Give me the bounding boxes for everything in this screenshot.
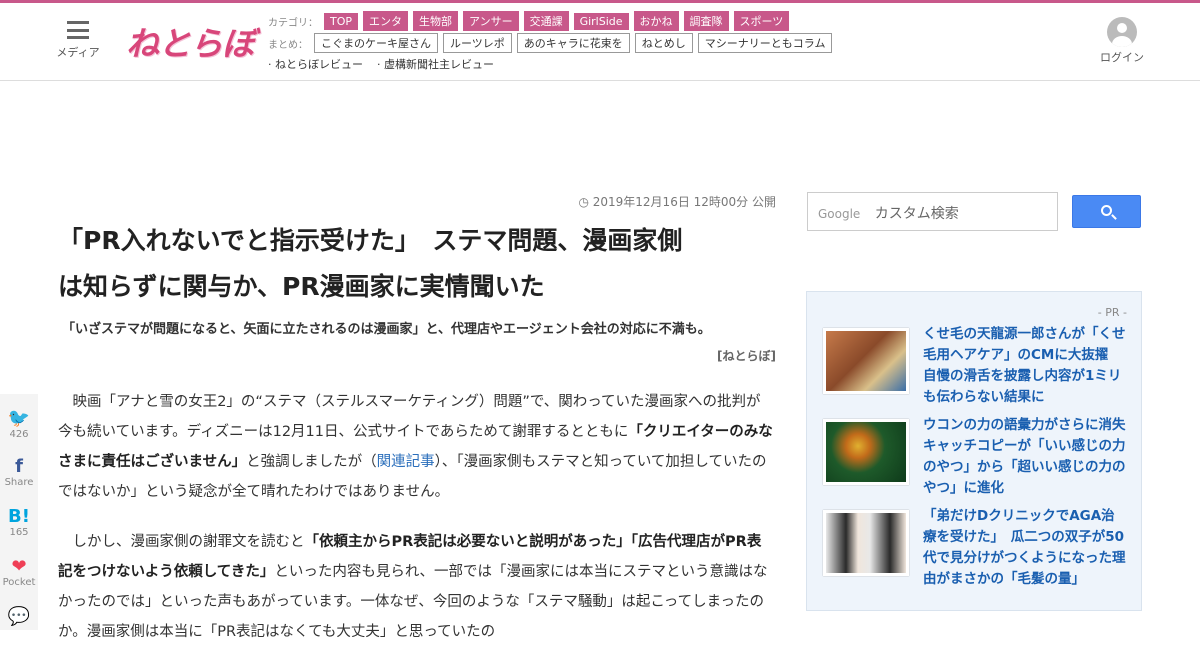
summary-link[interactable]: マシーナリーともコラム (697, 33, 833, 53)
category-nav-label: カテゴリ： (268, 17, 318, 29)
pr-box: - PR - くせ毛の天龍源一郎さんが「くせ毛用ヘアケア」のCMに大抜擢 自慢の… (806, 291, 1142, 611)
pr-label: - PR - (1097, 306, 1127, 319)
pr-link[interactable]: 「弟だけDクリニックでAGA治療を受けた」 瓜二つの双子が50代で見分けがつくよ… (923, 506, 1127, 590)
category-link-chousatai[interactable]: 調査隊 (683, 11, 729, 31)
review-link[interactable]: · ねとらぼレビュー (268, 56, 363, 72)
summary-nav-label: まとめ： (268, 39, 308, 51)
hatena-icon: B! (8, 506, 30, 527)
article-body: 映画「アナと雪の女王2」の“ステマ（ステルスマーケティング）問題”で、関わってい… (58, 387, 774, 667)
facebook-icon: f (15, 456, 23, 477)
article-title-line-1: 「PR入れないでと指示受けた」 ステマ問題、漫画家側 (58, 226, 683, 255)
hatena-bookmark-button[interactable]: B! 165 (0, 506, 38, 538)
pr-thumbnail[interactable] (823, 419, 909, 485)
summary-link[interactable]: ルーツレポ (443, 33, 512, 53)
review-link[interactable]: · 虚構新聞社主レビュー (377, 56, 494, 72)
twitter-share-button[interactable]: 🐦 426 (0, 408, 38, 440)
review-nav: · ねとらぼレビュー · 虚構新聞社主レビュー (268, 56, 508, 72)
site-header: メディア ねとらぼ カテゴリ： TOP エンタ 生物部 アンサー 交通課 Gir… (0, 3, 1200, 81)
category-link-enta[interactable]: エンタ (363, 11, 409, 31)
category-link-top[interactable]: TOP (324, 12, 359, 30)
twitter-icon: 🐦 (7, 408, 31, 429)
article-title-line-2: は知らずに関与か、PR漫画家に実情聞いた (58, 272, 545, 301)
facebook-share-button[interactable]: f Share (0, 456, 38, 488)
media-menu-button[interactable]: メディア (55, 21, 101, 60)
pr-item[interactable]: 「弟だけDクリニックでAGA治療を受けた」 瓜二つの双子が50代で見分けがつくよ… (823, 508, 1133, 594)
google-label: Google (818, 207, 861, 221)
facebook-label: Share (4, 477, 34, 488)
category-link-answer[interactable]: アンサー (463, 11, 519, 31)
publish-date: ◷ 2019年12月16日 12時00分 公開 (560, 193, 776, 210)
article-title: 「PR入れないでと指示受けた」 ステマ問題、漫画家側 は知らずに関与か、PR漫画… (58, 218, 778, 310)
pr-item[interactable]: くせ毛の天龍源一郎さんが「くせ毛用ヘアケア」のCMに大抜擢 自慢の滑舌を披露し内… (823, 326, 1133, 412)
pocket-icon: ❤ (11, 556, 27, 577)
related-article-link[interactable]: 関連記事 (377, 454, 435, 470)
paragraph: 映画「アナと雪の女王2」の“ステマ（ステルスマーケティング）問題”で、関わってい… (58, 387, 774, 507)
site-logo[interactable]: ねとらぼ (126, 17, 255, 65)
media-menu-label: メディア (56, 46, 100, 59)
clock-icon: ◷ (578, 195, 589, 209)
user-avatar-icon (1107, 17, 1137, 47)
pr-thumbnail[interactable] (823, 510, 909, 576)
publish-date-text: 2019年12月16日 12時00分 公開 (592, 195, 776, 209)
summary-link[interactable]: こぐまのケーキ屋さん (314, 33, 438, 53)
pr-link[interactable]: ウコンの力の語彙力がさらに消失 キャッチコピーが「いい感じの力のやつ」から「超い… (923, 415, 1139, 499)
summary-nav: まとめ： こぐまのケーキ屋さん ルーツレポ あのキャラに花束を ねとめし マシー… (268, 33, 837, 53)
login-button[interactable]: ログイン (1096, 17, 1148, 65)
line-share-button[interactable]: 💬 (0, 606, 38, 627)
summary-link[interactable]: ねとめし (634, 33, 693, 53)
paragraph: しかし、漫画家側の謝罪文を読むと「依頼主からPR表記は必要ないと説明があった」「… (58, 527, 774, 647)
login-label: ログイン (1100, 51, 1144, 64)
category-link-koutsuu[interactable]: 交通課 (523, 11, 569, 31)
share-sidebar: 🐦 426 f Share B! 165 ❤ Pocket 💬 (0, 394, 38, 630)
category-nav: カテゴリ： TOP エンタ 生物部 アンサー 交通課 GirlSide おかね … (268, 11, 794, 31)
search-input[interactable]: Google カスタム検索 (807, 192, 1058, 231)
pocket-label: Pocket (2, 577, 36, 588)
hamburger-icon (67, 21, 89, 39)
category-link-sports[interactable]: スポーツ (733, 11, 790, 31)
category-link-girlside[interactable]: GirlSide (573, 12, 629, 30)
category-link-seibutsu[interactable]: 生物部 (413, 11, 459, 31)
article-subtitle: 「いざステマが問題になると、矢面に立たされるのは漫画家」と、代理店やエージェント… (62, 322, 711, 337)
search-icon (1101, 205, 1112, 216)
pr-item[interactable]: ウコンの力の語彙力がさらに消失 キャッチコピーが「いい感じの力のやつ」から「超い… (823, 417, 1139, 503)
article-source: [ねとらぼ] (717, 349, 776, 363)
text: と強調しましたが（ (246, 454, 377, 470)
pocket-save-button[interactable]: ❤ Pocket (0, 556, 38, 588)
search-placeholder: カスタム検索 (874, 206, 959, 222)
search-button[interactable] (1072, 195, 1141, 228)
hatena-count: 165 (9, 527, 29, 538)
pr-link[interactable]: くせ毛の天龍源一郎さんが「くせ毛用ヘアケア」のCMに大抜擢 自慢の滑舌を披露し内… (923, 324, 1127, 408)
pr-thumbnail[interactable] (823, 328, 909, 394)
category-link-okane[interactable]: おかね (633, 11, 679, 31)
twitter-count: 426 (9, 429, 29, 440)
speech-bubble-icon: 💬 (7, 606, 31, 627)
text: しかし、漫画家側の謝罪文を読むと (72, 534, 305, 550)
summary-link[interactable]: あのキャラに花束を (516, 33, 630, 53)
